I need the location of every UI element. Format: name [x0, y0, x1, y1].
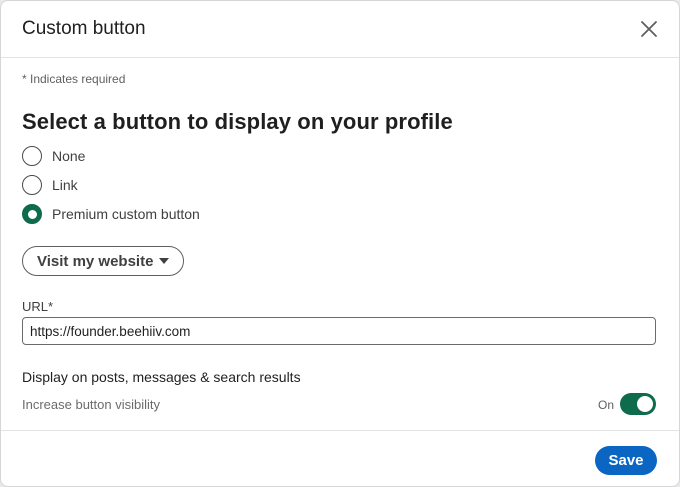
radio-button-selected[interactable]	[22, 204, 42, 224]
radio-option-none[interactable]: None	[22, 145, 85, 167]
required-note: * Indicates required	[22, 72, 126, 86]
save-button[interactable]: Save	[595, 446, 657, 475]
toggle-knob	[637, 396, 653, 412]
radio-label: Premium custom button	[52, 206, 200, 222]
url-label: URL*	[22, 299, 54, 314]
visibility-label: Increase button visibility	[22, 397, 161, 412]
button-type-dropdown[interactable]: Visit my website	[22, 246, 185, 276]
section-heading: Select a button to display on your profi…	[22, 109, 453, 134]
display-settings-heading: Display on posts, messages & search resu…	[22, 369, 301, 385]
close-button[interactable]	[637, 17, 661, 41]
caret-down-icon	[159, 258, 170, 264]
radio-option-premium-custom-button[interactable]: Premium custom button	[22, 203, 200, 225]
footer-divider	[1, 430, 679, 431]
custom-button-dialog: Custom button * Indicates required Selec…	[0, 0, 680, 487]
radio-button[interactable]	[22, 175, 42, 195]
url-input[interactable]	[22, 317, 656, 345]
visibility-toggle[interactable]	[620, 393, 656, 415]
dialog-title: Custom button	[22, 18, 146, 39]
radio-button[interactable]	[22, 146, 42, 166]
radio-option-link[interactable]: Link	[22, 174, 78, 196]
dialog-header: Custom button	[1, 1, 679, 58]
radio-label: Link	[52, 177, 78, 193]
radio-label: None	[52, 148, 86, 164]
dropdown-selected-value: Visit my website	[37, 252, 154, 270]
toggle-status-text: On	[598, 398, 615, 412]
close-icon	[641, 21, 657, 37]
